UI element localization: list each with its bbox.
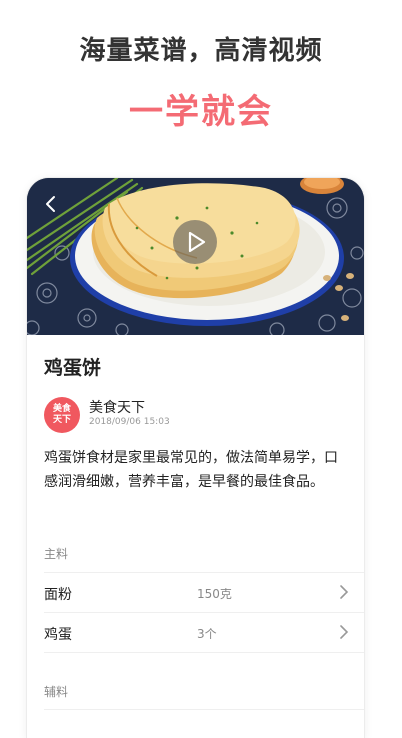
play-button[interactable] [173,220,217,264]
ingredient-amount: 150克 [197,587,232,601]
recipe-description: 鸡蛋饼食材是家里最常见的，做法简单易学，口感润滑细嫩，营养丰富，是早餐的最佳食品… [44,450,338,490]
main-ingredients-label: 主料 [44,547,69,561]
back-icon[interactable] [41,194,61,214]
publish-date: 2018/09/06 15:03 [89,417,170,427]
promo-headline: 海量菜谱，高清视频 [79,36,323,66]
recipe-video-hero[interactable] [27,178,364,335]
ingredient-name: 面粉 [44,587,72,603]
ingredient-row[interactable]: 面粉 150克 [44,572,364,613]
secondary-ingredients-label: 辅料 [44,685,69,699]
chevron-right-icon [340,625,349,639]
avatar-text: 美食天下 [52,404,71,425]
author-name[interactable]: 美食天下 [89,397,145,417]
recipe-title: 鸡蛋饼 [44,357,102,379]
chevron-right-icon [340,585,349,599]
play-icon [188,231,206,253]
ingredient-name: 鸡蛋 [44,627,72,643]
promo-subline: 一学就会 [129,92,273,132]
ingredient-amount: 3个 [197,627,217,641]
phone-mockup: 鸡蛋饼 美食天下 美食天下 2018/09/06 15:03 鸡蛋饼食材是家里最… [27,178,364,738]
author-avatar[interactable]: 美食天下 [44,397,80,433]
divider [44,709,364,710]
divider [44,652,364,653]
ingredient-row[interactable]: 鸡蛋 3个 [44,612,364,653]
